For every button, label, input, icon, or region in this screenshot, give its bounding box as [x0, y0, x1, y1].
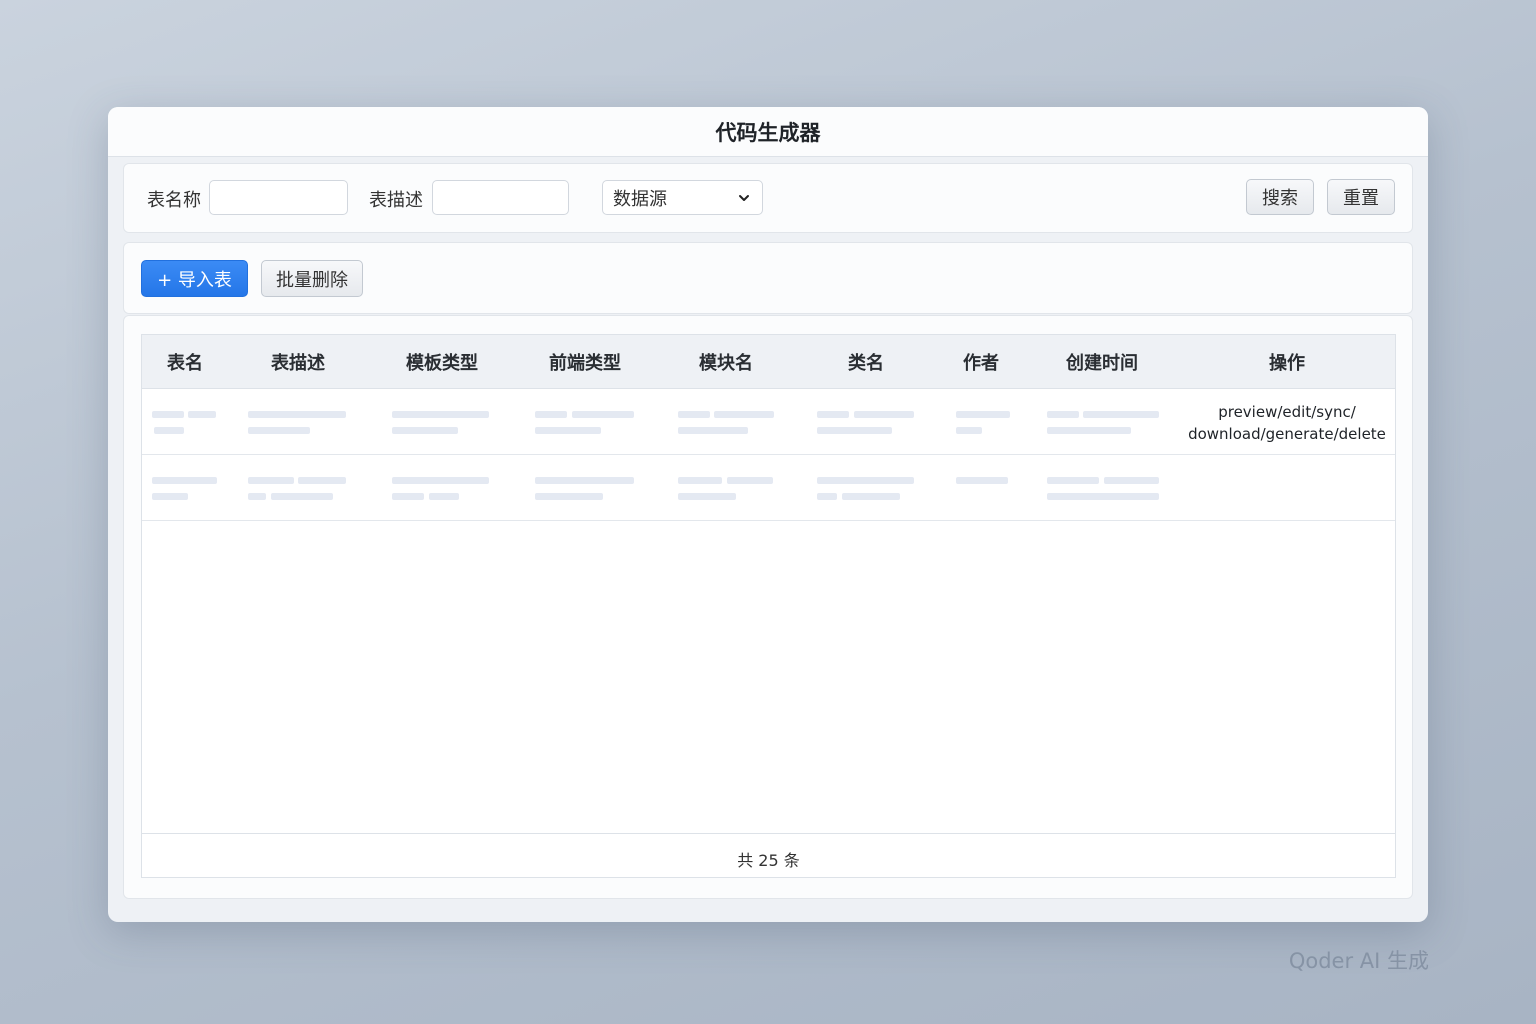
placeholder-bar: [956, 427, 982, 434]
placeholder-bar: [152, 411, 184, 418]
placeholder-bar: [429, 493, 459, 500]
operations-line-1[interactable]: preview/edit/sync/: [1182, 401, 1392, 423]
placeholder-bar: [392, 477, 489, 484]
search-button[interactable]: 搜索: [1246, 179, 1314, 215]
placeholder-bar: [248, 427, 310, 434]
placeholder-bar: [152, 493, 188, 500]
placeholder-bar: [392, 493, 424, 500]
chevron-down-icon: [739, 194, 749, 201]
placeholder-bar: [956, 477, 1008, 484]
placeholder-bar: [535, 411, 567, 418]
placeholder-bar: [842, 493, 900, 500]
placeholder-bar: [817, 427, 892, 434]
placeholder-bar: [154, 427, 184, 434]
placeholder-bar: [956, 411, 1010, 418]
search-panel: 表名称 表描述 数据源 搜索 重置: [123, 163, 1413, 233]
placeholder-bar: [1047, 493, 1159, 500]
table-name-label: 表名称: [147, 190, 201, 211]
window-title: 代码生成器: [108, 107, 1428, 157]
placeholder-bar: [727, 477, 773, 484]
reset-button[interactable]: 重置: [1327, 179, 1395, 215]
placeholder-bar: [714, 411, 774, 418]
row-operations[interactable]: preview/edit/sync/ download/generate/del…: [1182, 401, 1392, 445]
watermark: Qoder AI 生成: [1288, 949, 1429, 973]
column-header-table-desc[interactable]: 表描述: [238, 335, 358, 389]
placeholder-bar: [854, 411, 914, 418]
placeholder-bar: [535, 477, 634, 484]
table-header: 表名 表描述 模板类型 前端类型 模块名 类名 作者 创建时间 操作: [142, 335, 1395, 389]
placeholder-bar: [248, 411, 346, 418]
placeholder-bar: [248, 493, 266, 500]
code-generator-window: 代码生成器 表名称 表描述 数据源 搜索 重置 + 导入表 批量删除 表名 表描…: [108, 107, 1428, 922]
placeholder-bar: [678, 477, 722, 484]
placeholder-bar: [817, 477, 914, 484]
placeholder-bar: [152, 477, 217, 484]
placeholder-bar: [678, 427, 748, 434]
table-desc-label: 表描述: [369, 190, 423, 211]
datasource-select-value: 数据源: [613, 188, 667, 210]
column-header-frontend-type[interactable]: 前端类型: [525, 335, 645, 389]
column-header-author[interactable]: 作者: [942, 335, 1020, 389]
placeholder-bar: [572, 411, 634, 418]
placeholder-bar: [535, 427, 601, 434]
column-header-table-name[interactable]: 表名: [142, 335, 228, 389]
placeholder-bar: [535, 493, 603, 500]
placeholder-bar: [271, 493, 333, 500]
datasource-select[interactable]: 数据源: [602, 180, 763, 215]
table-name-input[interactable]: [209, 180, 348, 215]
batch-delete-button[interactable]: 批量删除: [261, 260, 363, 297]
column-header-module-name[interactable]: 模块名: [666, 335, 786, 389]
table-row[interactable]: [142, 455, 1395, 521]
placeholder-bar: [1047, 477, 1099, 484]
total-count: 共 25 条: [737, 851, 800, 870]
placeholder-bar: [248, 477, 294, 484]
placeholder-bar: [1047, 427, 1131, 434]
data-table: 表名 表描述 模板类型 前端类型 模块名 类名 作者 创建时间 操作 previ…: [141, 334, 1396, 878]
table-panel: 表名 表描述 模板类型 前端类型 模块名 类名 作者 创建时间 操作 previ…: [123, 315, 1413, 899]
column-header-operations: 操作: [1269, 353, 1305, 374]
placeholder-bar: [392, 427, 458, 434]
action-panel: + 导入表 批量删除: [123, 242, 1413, 314]
placeholder-bar: [298, 477, 346, 484]
column-header-created-time[interactable]: 创建时间: [1042, 335, 1162, 389]
placeholder-bar: [678, 411, 710, 418]
column-header-class-name[interactable]: 类名: [806, 335, 926, 389]
placeholder-bar: [817, 411, 849, 418]
table-desc-input[interactable]: [432, 180, 569, 215]
table-footer-divider: [142, 833, 1395, 834]
column-header-template-type[interactable]: 模板类型: [382, 335, 502, 389]
table-row[interactable]: preview/edit/sync/ download/generate/del…: [142, 389, 1395, 455]
placeholder-bar: [392, 411, 489, 418]
placeholder-bar: [678, 493, 736, 500]
operations-line-2[interactable]: download/generate/delete: [1182, 423, 1392, 445]
placeholder-bar: [1083, 411, 1159, 418]
import-table-button[interactable]: + 导入表: [141, 260, 248, 297]
placeholder-bar: [188, 411, 216, 418]
placeholder-bar: [1104, 477, 1159, 484]
placeholder-bar: [817, 493, 837, 500]
placeholder-bar: [1047, 411, 1079, 418]
